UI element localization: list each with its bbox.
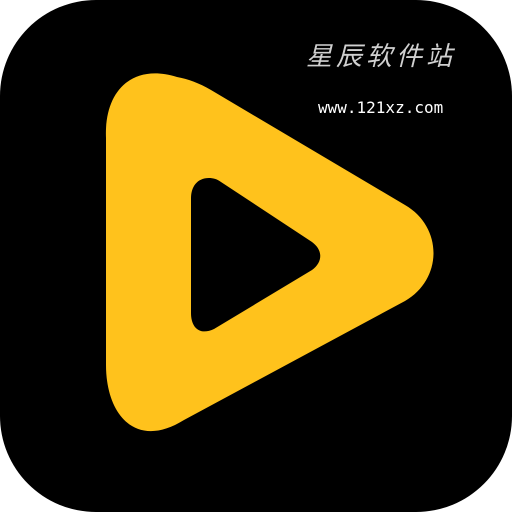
watermark-title: 星辰软件站 xyxy=(306,42,457,72)
icon-stage: 星辰软件站 www.121xz.com xyxy=(0,0,512,512)
app-icon: 星辰软件站 www.121xz.com xyxy=(0,0,512,512)
watermark-url: www.121xz.com xyxy=(318,98,444,117)
watermark: 星辰软件站 www.121xz.com xyxy=(300,36,480,132)
